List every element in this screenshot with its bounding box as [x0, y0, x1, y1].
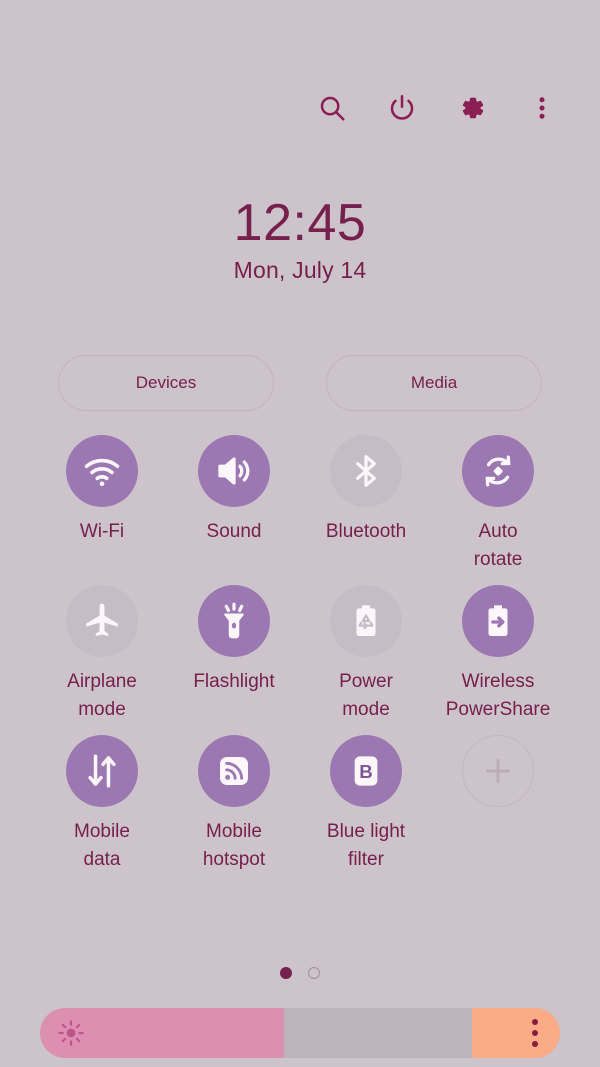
- more-vertical-icon[interactable]: [520, 86, 564, 130]
- clock-date[interactable]: Mon, July 14: [0, 257, 600, 284]
- sound-icon[interactable]: [198, 435, 270, 507]
- tile-label: Mobile data: [74, 821, 130, 870]
- brightness-sun-icon: [54, 1016, 88, 1050]
- tile-label: Mobile hotspot: [202, 821, 266, 870]
- media-label: Media: [410, 373, 458, 392]
- page-dot-2[interactable]: [308, 967, 320, 979]
- tile-sound[interactable]: Sound: [168, 435, 300, 573]
- mobile-data-icon[interactable]: [66, 735, 138, 808]
- devices-button[interactable]: Devices: [58, 355, 274, 411]
- tile-auto-rotate[interactable]: Auto rotate: [432, 435, 564, 573]
- brightness-slider-end-segment: [471, 1008, 560, 1058]
- tile-flashlight[interactable]: Flashlight: [168, 585, 300, 723]
- mobile-hotspot-icon[interactable]: [198, 735, 270, 808]
- page-dot-1[interactable]: [280, 967, 292, 979]
- page-indicator: [0, 967, 600, 979]
- clock-block: 12:45 Mon, July 14: [0, 195, 600, 284]
- bluetooth-icon[interactable]: [330, 435, 402, 507]
- dot: [532, 1030, 538, 1036]
- devices-label: Devices: [135, 373, 197, 392]
- tile-bluetooth[interactable]: Bluetooth: [300, 435, 432, 573]
- dot: [532, 1041, 538, 1047]
- media-button[interactable]: Media: [326, 355, 542, 411]
- add-tile-button[interactable]: [432, 735, 564, 873]
- flashlight-icon[interactable]: [198, 585, 270, 658]
- dot: [532, 1019, 538, 1025]
- blue-light-filter-icon[interactable]: B: [330, 735, 402, 808]
- airplane-icon[interactable]: [66, 585, 138, 658]
- wireless-powershare-icon[interactable]: [462, 585, 534, 658]
- power-icon[interactable]: [380, 86, 424, 130]
- tile-label: Auto rotate: [473, 521, 523, 570]
- tile-wireless-powershare[interactable]: Wireless PowerShare: [432, 585, 564, 723]
- tile-airplane-mode[interactable]: Airplane mode: [36, 585, 168, 723]
- tile-mobile-hotspot[interactable]: Mobile hotspot: [168, 735, 300, 873]
- tile-blue-light-filter[interactable]: B Blue light filter: [300, 735, 432, 873]
- quick-settings-grid: Wi-Fi Sound Bluetooth Auto rotate Airpla…: [0, 435, 600, 873]
- tile-power-mode[interactable]: Power mode: [300, 585, 432, 723]
- plus-icon[interactable]: [462, 735, 534, 808]
- tile-label: Power mode: [339, 671, 393, 720]
- brightness-more-icon[interactable]: [532, 1019, 538, 1047]
- tile-label: Bluetooth: [325, 521, 407, 542]
- auto-rotate-icon[interactable]: [462, 435, 534, 507]
- gear-icon[interactable]: [450, 86, 494, 130]
- shortcut-pill-row: Devices Media: [0, 355, 600, 411]
- brightness-slider[interactable]: [40, 1008, 560, 1058]
- top-icon-bar: [310, 86, 564, 130]
- clock-time[interactable]: 12:45: [0, 195, 600, 251]
- tile-label: Wi-Fi: [79, 521, 125, 542]
- tile-label: Flashlight: [193, 671, 275, 693]
- tile-wi-fi[interactable]: Wi-Fi: [36, 435, 168, 573]
- svg-text:B: B: [359, 761, 372, 782]
- tile-label: Airplane mode: [67, 671, 137, 720]
- tile-label: Sound: [206, 521, 262, 542]
- tile-label: Wireless PowerShare: [445, 671, 551, 720]
- wifi-icon[interactable]: [66, 435, 138, 507]
- power-mode-icon[interactable]: [330, 585, 402, 658]
- tile-mobile-data[interactable]: Mobile data: [36, 735, 168, 873]
- tile-label: Blue light filter: [326, 821, 406, 870]
- search-icon[interactable]: [310, 86, 354, 130]
